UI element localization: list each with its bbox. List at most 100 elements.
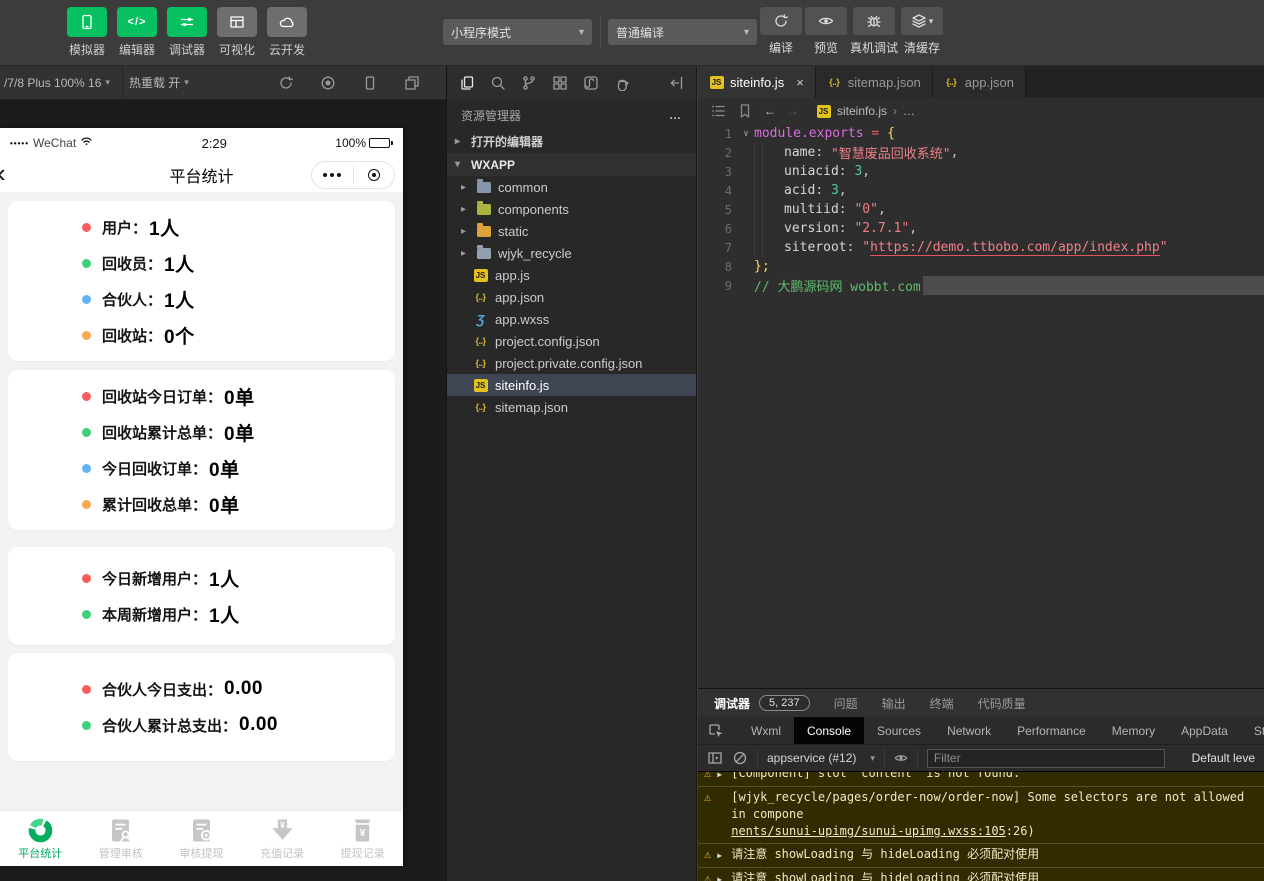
editor-toggle-button[interactable]: </>编辑器 <box>116 7 158 58</box>
devtools-tab-Sources[interactable]: Sources <box>864 717 934 744</box>
search-icon[interactable] <box>490 75 506 91</box>
editor-tab-sitemap.json[interactable]: {..}sitemap.json <box>816 66 933 98</box>
devtools-tab-Performance[interactable]: Performance <box>1004 717 1099 744</box>
json-file-icon: {..} <box>473 290 488 304</box>
compile-mode-select[interactable]: 普通编译 ▾ <box>608 19 757 45</box>
panel-tab-调试器[interactable]: 调试器5, 237 <box>714 695 810 712</box>
stats-card: 回收站今日订单：0单回收站累计总单：0单今日回收订单：0单累计回收总单：0单 <box>8 370 395 530</box>
more-actions-icon[interactable]: … <box>669 108 682 122</box>
devtools-tab-Storag[interactable]: Storag <box>1241 717 1264 744</box>
panel-tab-label: 终端 <box>930 695 954 712</box>
tree-item-project.config.json[interactable]: {..}project.config.json <box>447 330 696 352</box>
clock-label: 2:29 <box>93 136 335 151</box>
tree-item-siteinfo.js[interactable]: JSsiteinfo.js <box>447 374 696 396</box>
project-root[interactable]: ▾ WXAPP <box>447 153 696 176</box>
tab-stats[interactable]: 平台统计 <box>0 811 81 866</box>
tab-withdraw[interactable]: ¥提现记录 <box>322 811 403 866</box>
tree-item-app.json[interactable]: {..}app.json <box>447 286 696 308</box>
devtools-tab-Network[interactable]: Network <box>934 717 1004 744</box>
eye-icon[interactable] <box>894 751 908 765</box>
minimize-target-button[interactable] <box>354 169 395 181</box>
simulator-toggle-button[interactable]: 模拟器 <box>66 7 108 58</box>
visualization-toggle-button[interactable]: 可视化 <box>216 7 258 58</box>
clear-console-icon[interactable] <box>732 750 748 766</box>
editor-tab-siteinfo.js[interactable]: JSsiteinfo.js× <box>698 66 816 98</box>
panel-tab-输出[interactable]: 输出 <box>882 695 906 712</box>
mode-select[interactable]: 小程序模式 ▾ <box>443 19 592 45</box>
arrow-right-icon[interactable]: → <box>787 104 799 118</box>
git-branch-icon[interactable] <box>521 75 537 91</box>
tab-audit[interactable]: 管理审核 <box>81 811 162 866</box>
devtools-tab-AppData[interactable]: AppData <box>1168 717 1241 744</box>
panel-tab-终端[interactable]: 终端 <box>930 695 954 712</box>
tree-item-wjyk_recycle[interactable]: ▸wjyk_recycle <box>447 242 696 264</box>
console-log[interactable]: ⚠▶[Component] slot "content" is not foun… <box>698 772 1264 881</box>
console-warning-row[interactable]: ⚠▶请注意 showLoading 与 hideLoading 必须配对使用 <box>698 868 1264 881</box>
extensions-icon[interactable] <box>552 75 568 91</box>
code-token: , <box>878 202 886 217</box>
applet-icon[interactable] <box>583 75 599 91</box>
panel-tab-代码质量[interactable]: 代码质量 <box>978 695 1026 712</box>
clear-cache-button[interactable]: ▾清缓存 <box>901 7 943 56</box>
collapse-sidebar-icon[interactable] <box>668 75 684 91</box>
battery-icon <box>369 138 390 148</box>
breadcrumb-file[interactable]: JS siteinfo.js › … <box>816 104 915 118</box>
tab-review[interactable]: 审核提现 <box>161 811 242 866</box>
fold-icon[interactable]: ∨ <box>738 129 754 139</box>
devtools-tab-Console[interactable]: Console <box>794 717 864 744</box>
code-line: 3uniacid: 3, <box>698 162 1264 181</box>
editor-tab-label: app.json <box>965 75 1014 90</box>
stat-dot-icon <box>82 259 91 268</box>
compile-button[interactable]: 编译 <box>760 7 802 56</box>
tree-item-app.js[interactable]: JSapp.js <box>447 264 696 286</box>
toolbar-divider <box>600 16 601 48</box>
log-level-select[interactable]: Default leve <box>1192 751 1255 765</box>
close-icon[interactable]: × <box>796 75 804 90</box>
bookmark-icon[interactable] <box>737 103 753 119</box>
tree-item-components[interactable]: ▸components <box>447 198 696 220</box>
tree-item-common[interactable]: ▸common <box>447 176 696 198</box>
inspect-element-icon[interactable] <box>698 723 734 739</box>
more-menu-button[interactable] <box>312 173 353 177</box>
console-source-link[interactable]: nents/sunui-upimg/sunui-upimg.wxss:105 <box>731 824 1006 838</box>
hot-reload-toggle[interactable]: 热重载 开 <box>129 74 180 91</box>
console-message-line: [wjyk_recycle/pages/order-now/order-now]… <box>731 789 1258 823</box>
panel-tab-问题[interactable]: 问题 <box>834 695 858 712</box>
device-debug-button[interactable]: 真机调试 <box>850 7 898 56</box>
sidebar-toggle-icon[interactable] <box>707 750 723 766</box>
devtools-tab-Wxml[interactable]: Wxml <box>738 717 794 744</box>
code-editor[interactable]: 1∨module.exports = {2name: "智慧废品回收系统",3u… <box>698 124 1264 295</box>
context-select[interactable]: appservice (#12) ▾ <box>767 751 875 765</box>
preview-button[interactable]: 预览 <box>805 7 847 56</box>
tree-item-project.private.config.json[interactable]: {..}project.private.config.json <box>447 352 696 374</box>
cloud-dev-toggle-button[interactable]: 云开发 <box>266 7 308 58</box>
stat-item: 今日新增用户：1人 <box>8 560 395 596</box>
tree-item-sitemap.json[interactable]: {..}sitemap.json <box>447 396 696 418</box>
detach-window-icon[interactable] <box>404 75 420 91</box>
indent-guide <box>754 143 762 162</box>
phone-frame-icon[interactable] <box>362 75 378 91</box>
teapot-icon[interactable] <box>614 75 630 91</box>
console-warning-row[interactable]: ⚠[wjyk_recycle/pages/order-now/order-now… <box>698 787 1264 844</box>
tab-recharge[interactable]: ¥充值记录 <box>242 811 323 866</box>
devtools-tab-Memory[interactable]: Memory <box>1099 717 1168 744</box>
arrow-left-icon[interactable]: ← <box>764 104 776 118</box>
outline-list-icon[interactable] <box>710 103 726 119</box>
compile-mode-value: 普通编译 <box>616 24 664 41</box>
expand-arrow-icon[interactable]: ▶ <box>717 772 725 783</box>
tree-item-app.wxss[interactable]: Ʒapp.wxss <box>447 308 696 330</box>
debugger-toggle-button[interactable]: 调试器 <box>166 7 208 58</box>
expand-arrow-icon[interactable]: ▶ <box>717 846 725 864</box>
device-select[interactable]: /7/8 Plus 100% 16 <box>4 76 101 90</box>
console-warning-row[interactable]: ⚠▶请注意 showLoading 与 hideLoading 必须配对使用 <box>698 844 1264 868</box>
expand-arrow-icon[interactable]: ▶ <box>717 870 725 881</box>
console-filter-input[interactable] <box>927 749 1165 768</box>
files-icon[interactable] <box>459 75 475 91</box>
record-icon[interactable] <box>320 75 336 91</box>
tree-item-static[interactable]: ▸static <box>447 220 696 242</box>
code-token: // 大鹏源码网 wobbt.com <box>754 276 921 295</box>
open-editors-section[interactable]: ▸ 打开的编辑器 <box>447 130 696 153</box>
editor-tab-app.json[interactable]: {..}app.json <box>933 66 1026 98</box>
console-warning-row[interactable]: ⚠▶[Component] slot "content" is not foun… <box>698 772 1264 787</box>
refresh-icon[interactable] <box>278 75 294 91</box>
